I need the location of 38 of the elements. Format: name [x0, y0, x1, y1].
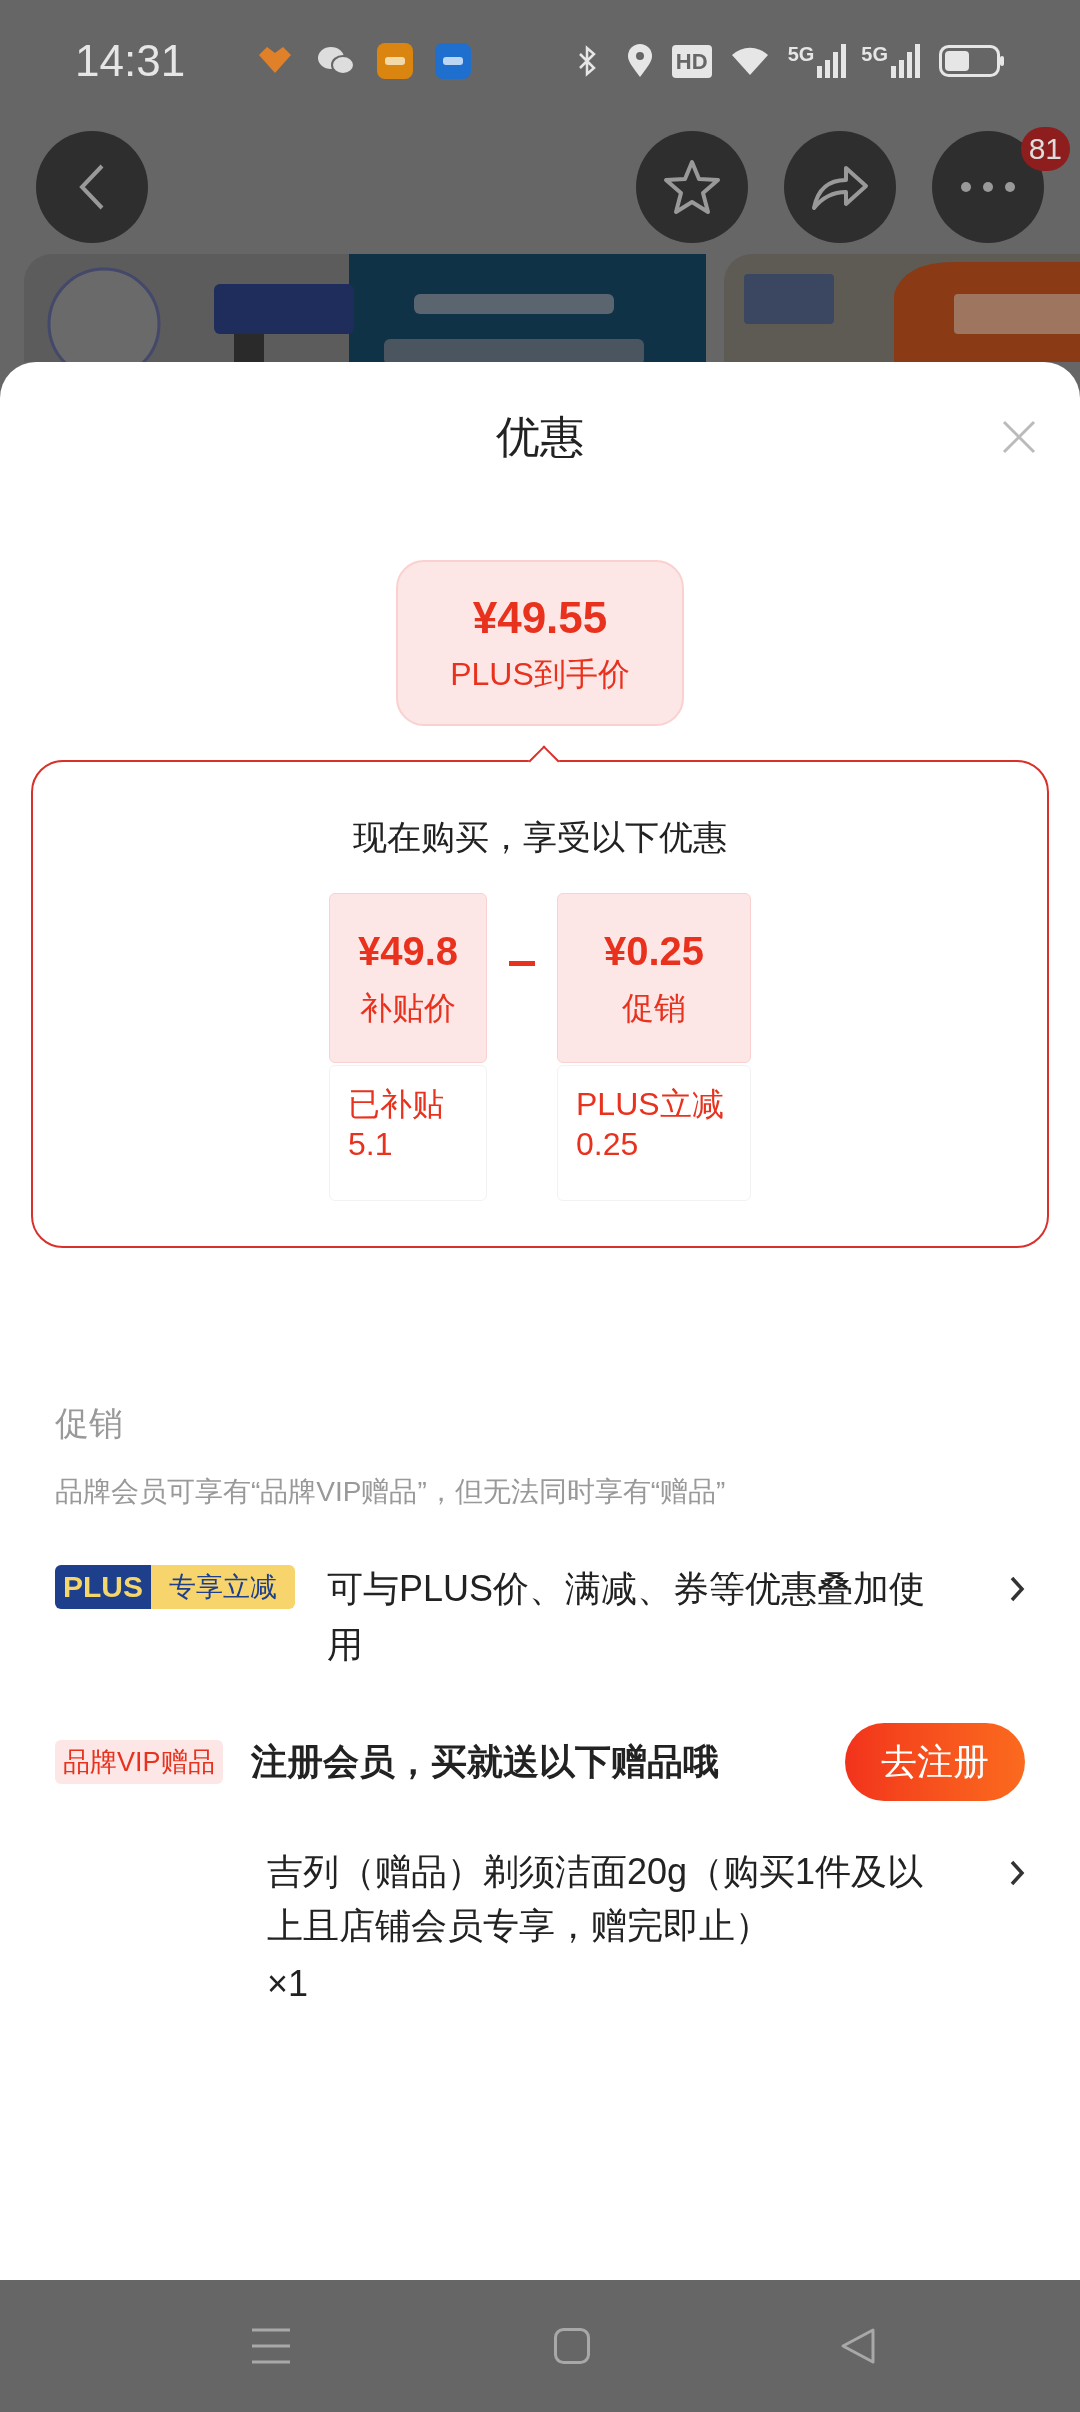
badge-offer-text: 专享立减	[151, 1565, 295, 1609]
signal-icon	[891, 44, 921, 78]
signal-icon	[817, 44, 848, 78]
price-amount: ¥49.55	[472, 592, 608, 644]
notification-badge: 81	[1020, 127, 1070, 171]
component-label: 补贴价	[360, 989, 456, 1028]
price-label: PLUS到手价	[450, 655, 630, 694]
component-detail: 已补贴 5.1	[348, 1085, 445, 1164]
app-icon	[435, 43, 472, 79]
badge-plus-text: PLUS	[55, 1565, 151, 1609]
promotion-heading: 注册会员，买就送以下赠品哦	[250, 1740, 719, 1784]
component-amount: ¥0.25	[603, 928, 705, 975]
status-time: 14:31	[75, 35, 186, 87]
component-label: 促销	[622, 989, 686, 1028]
section-title: 促销	[55, 1403, 124, 1444]
network-type: 5G	[861, 44, 888, 64]
component-detail: PLUS立减 0.25	[576, 1085, 725, 1164]
wifi-icon	[729, 45, 770, 77]
hd-indicator: HD	[671, 44, 712, 78]
sheet-title: 优惠	[496, 411, 584, 463]
minus-icon	[509, 961, 535, 966]
promotion-text: 可与PLUS价、满减、券等优惠叠加使用	[327, 1567, 927, 1667]
app-icon	[377, 43, 414, 79]
chevron-right-icon[interactable]	[1009, 1859, 1025, 1887]
component-amount: ¥49.8	[357, 928, 459, 975]
breakdown-heading: 现在购买，享受以下优惠	[353, 817, 727, 858]
more-icon	[960, 181, 1016, 193]
vip-gift-badge: 品牌VIP赠品	[55, 1740, 223, 1784]
register-button[interactable]: 去注册	[845, 1723, 1025, 1801]
battery-icon	[939, 45, 1005, 77]
close-icon	[1002, 420, 1036, 454]
gift-description: 吉列（赠品）剃须洁面20g（购买1件及以上且店铺会员专享，赠完即止）	[267, 1850, 925, 1948]
location-icon	[625, 44, 654, 78]
gift-quantity: ×1	[267, 1962, 310, 2006]
star-icon	[662, 158, 722, 216]
promotion-note: 品牌会员可享有“品牌VIP赠品”，但无法同时享有“赠品”	[55, 1475, 727, 1509]
network-type: 5G	[787, 44, 815, 64]
chevron-right-icon[interactable]	[1009, 1575, 1025, 1603]
